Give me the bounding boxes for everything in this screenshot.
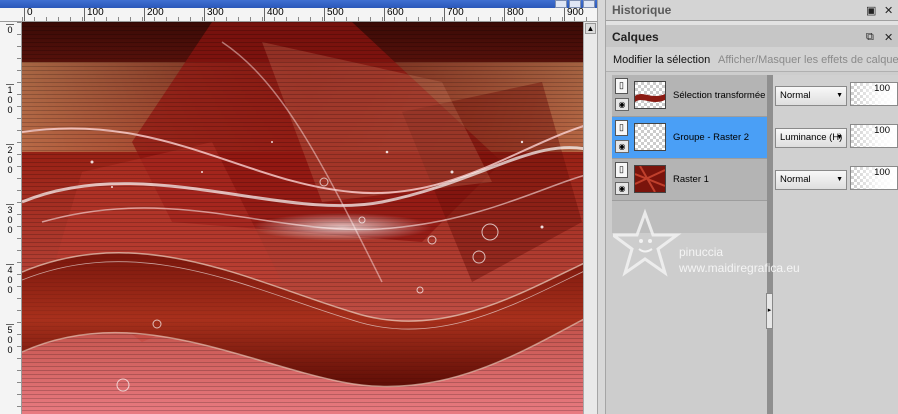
dock-icon[interactable]: ⧉ (866, 31, 874, 44)
layer-name: Raster 1 (673, 174, 709, 185)
minimize-button[interactable] (555, 0, 567, 8)
eye-icon[interactable]: ◉ (615, 182, 629, 195)
modify-selection-button[interactable]: Modifier la sélection (613, 54, 710, 66)
scroll-up-icon[interactable]: ▲ (585, 23, 596, 34)
opacity-value: 100 (874, 125, 890, 136)
layer-type-icon: ▯ (615, 120, 628, 136)
layer-type-icon: ▯ (615, 162, 628, 178)
blend-mode-dropdown[interactable]: Luminance (H) ▼ (775, 128, 847, 148)
watermark-logo: pinuccia www.maidiregrafica.eu (608, 205, 823, 295)
eye-icon[interactable]: ◉ (615, 140, 629, 153)
opacity-slider[interactable]: 100 (850, 124, 898, 148)
layer-row-selected[interactable]: ▯ ◉ Groupe - Raster 2 (612, 117, 767, 159)
watermark-name: pinuccia (679, 245, 724, 259)
canvas-artwork (22, 22, 597, 414)
layers-panel-title: Calques (612, 30, 659, 44)
chevron-down-icon: ▼ (836, 176, 843, 183)
layer-controls: ▯ ◉ (614, 119, 630, 157)
ruler-tick: 500 (6, 324, 14, 355)
ruler-tick: 400 (6, 264, 14, 295)
vertical-ruler: 0 100 200 300 400 500 (0, 22, 22, 414)
x-icon[interactable]: ✕ (884, 31, 893, 44)
ruler-tick: 200 (6, 144, 14, 175)
raster-thumbnail-icon (635, 166, 665, 192)
layer-controls: ▯ ◉ (614, 161, 630, 199)
chevron-down-icon: ▼ (836, 92, 843, 99)
ruler-tick: 300 (204, 8, 224, 21)
ruler-tick: 900 (564, 8, 584, 21)
blend-mode-dropdown[interactable]: Normal ▼ (775, 86, 847, 106)
checker-thumbnail-icon (635, 124, 665, 150)
canvas-vertical-scrollbar[interactable]: ▲ (583, 22, 597, 414)
layer-row[interactable]: ▯ ◉ Raster 1 (612, 159, 767, 201)
collapse-panel-button[interactable]: ▸ (766, 293, 773, 329)
layer-properties-row: Luminance (H) ▼ 100 (773, 117, 898, 159)
layer-thumbnail (634, 123, 666, 151)
ruler-tick: 100 (84, 8, 104, 21)
opacity-slider[interactable]: 100 (850, 82, 898, 106)
layer-controls: ▯ ◉ (614, 77, 630, 115)
layer-thumbnail (634, 81, 666, 109)
blend-mode-value: Normal (780, 90, 811, 101)
opacity-value: 100 (874, 83, 890, 94)
panel-splitter[interactable] (597, 0, 606, 414)
layer-row[interactable]: ▯ ◉ Sélection transformée (612, 75, 767, 117)
toggle-layer-effects-button[interactable]: Afficher/Masquer les effets de calque (718, 54, 898, 66)
opacity-value: 100 (874, 167, 890, 178)
ruler-tick: 200 (144, 8, 164, 21)
ruler-tick: 600 (384, 8, 404, 21)
layer-properties-row: Normal ▼ 100 (773, 75, 898, 117)
checker-thumbnail-icon (635, 82, 665, 108)
x-icon[interactable]: ✕ (884, 4, 893, 17)
square-icon[interactable]: ▣ (866, 4, 876, 17)
ruler-tick: 800 (504, 8, 524, 21)
blend-mode-dropdown[interactable]: Normal ▼ (775, 170, 847, 190)
history-panel: Historique ▣ ✕ (606, 0, 898, 21)
ruler-tick: 0 (6, 24, 14, 35)
eye-icon[interactable]: ◉ (615, 98, 629, 111)
ruler-tick: 300 (6, 204, 14, 235)
horizontal-ruler: 0 100 200 300 400 500 600 700 800 900 (22, 8, 597, 22)
blend-mode-value: Luminance (H) (780, 132, 843, 143)
history-panel-title: Historique (612, 3, 672, 17)
layer-type-icon: ▯ (615, 78, 628, 94)
ruler-corner (0, 8, 22, 22)
layer-name: Groupe - Raster 2 (673, 132, 750, 143)
chevron-down-icon: ▼ (836, 134, 843, 141)
watermark-site: www.maidiregrafica.eu (679, 261, 800, 275)
layers-toolbar: Modifier la sélection Afficher/Masquer l… (606, 47, 898, 72)
ruler-tick: 100 (6, 84, 14, 115)
layer-thumbnail (634, 165, 666, 193)
layer-name: Sélection transformée (673, 90, 766, 101)
layer-properties-row: Normal ▼ 100 (773, 159, 898, 201)
image-canvas[interactable] (22, 22, 597, 414)
ruler-tick: 500 (324, 8, 344, 21)
layers-panel-header: Calques ⧉ ✕ (606, 25, 898, 47)
close-button[interactable] (583, 0, 595, 8)
ruler-tick: 700 (444, 8, 464, 21)
ruler-tick: 400 (264, 8, 284, 21)
blend-mode-value: Normal (780, 174, 811, 185)
ruler-tick: 0 (24, 8, 33, 21)
opacity-slider[interactable]: 100 (850, 166, 898, 190)
